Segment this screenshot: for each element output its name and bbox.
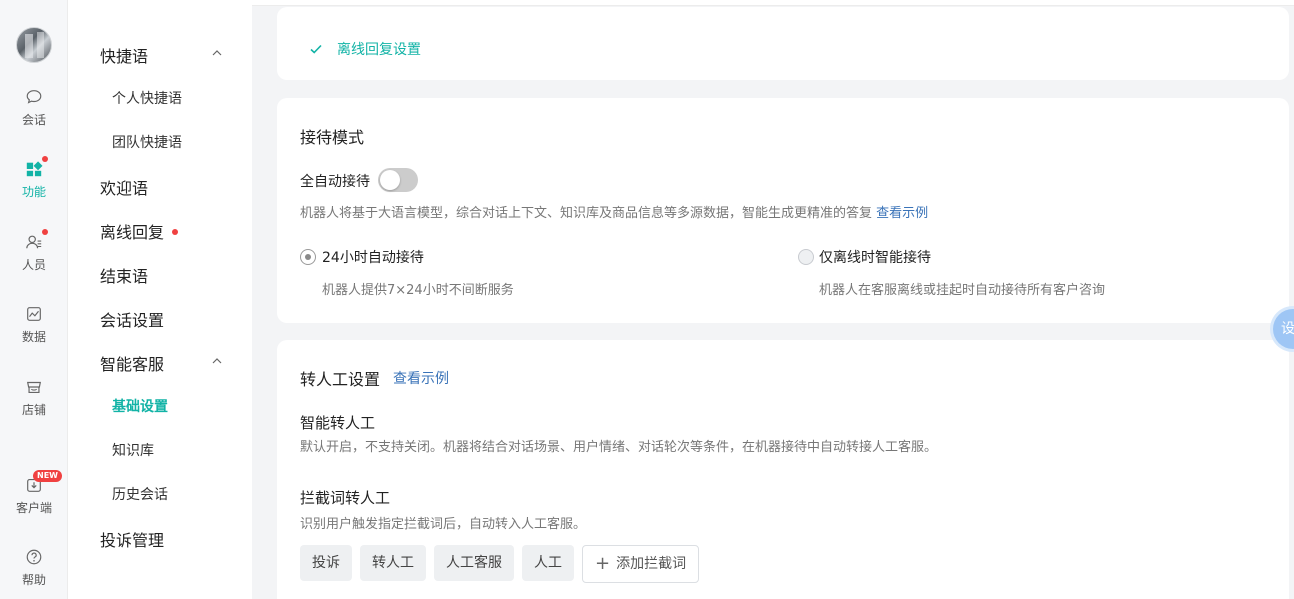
nav-personal-phrases[interactable]: 个人快捷语 (112, 88, 252, 108)
rail-label: 人员 (21, 258, 46, 272)
keyword-tag[interactable]: 人工客服 (434, 545, 514, 581)
nav-history-sessions[interactable]: 历史会话 (112, 484, 252, 504)
nav-team-phrases[interactable]: 团队快捷语 (112, 132, 252, 152)
smart-transfer-desc: 默认开启，不支持关闭。机器将结合对话场景、用户情绪、对话轮次等条件，在机器接待中… (300, 440, 938, 455)
rail-label: 帮助 (21, 573, 46, 587)
users-icon (0, 229, 68, 253)
offline-reply-setting-label: 离线回复设置 (337, 42, 421, 58)
rail-label: 客户端 (15, 501, 52, 515)
nav-label: 智能客服 (100, 355, 165, 374)
rail-label: 功能 (21, 185, 46, 199)
notification-dot (42, 156, 48, 162)
chevron-up-icon[interactable] (212, 356, 222, 366)
auto-reception-label: 全自动接待 (300, 174, 370, 190)
reception-title: 接待模式 (300, 128, 365, 147)
smart-transfer-title: 智能转人工 (300, 414, 376, 432)
rail-item-staff[interactable]: 人员 (0, 229, 68, 273)
radio-24h-label[interactable]: 24小时自动接待 (322, 247, 424, 267)
auto-reception-desc-text: 机器人将基于大语言模型，综合对话上下文、知识库及商品信息等多源数据，智能生成更精… (300, 206, 873, 221)
radio-24h-desc: 机器人提供7×24小时不间断服务 (322, 283, 514, 298)
rail-label: 店铺 (21, 403, 46, 417)
nav-label: 离线回复 (100, 223, 165, 242)
nav-closing[interactable]: 结束语 (100, 263, 240, 287)
rail-item-features[interactable]: 功能 (0, 156, 68, 200)
secondary-nav: 快捷语 个人快捷语 团队快捷语 欢迎语 离线回复 结束语 会话设置 智能客服 基… (68, 0, 252, 599)
radio-offline-only-desc: 机器人在客服离线或挂起时自动接待所有客户咨询 (819, 283, 1106, 298)
rail-item-chat[interactable]: 会话 (0, 88, 68, 128)
reception-mode-card: 接待模式 全自动接待 机器人将基于大语言模型，综合对话上下文、知识库及商品信息等… (277, 98, 1289, 323)
auto-reception-toggle[interactable] (378, 168, 418, 192)
radio-24h[interactable] (300, 249, 316, 265)
new-badge: NEW (33, 470, 62, 482)
example-link[interactable]: 查看示例 (876, 206, 928, 221)
grid-apps-icon (0, 156, 68, 180)
keyword-tag[interactable]: 投诉 (300, 545, 352, 581)
icon-rail: 会话 功能 人员 数据 店铺 客户端 NEW 帮助 (0, 0, 68, 599)
rail-label: 会话 (21, 113, 46, 127)
plus-icon: + (595, 553, 611, 574)
nav-basic-settings[interactable]: 基础设置 (112, 396, 252, 416)
rail-item-store[interactable]: 店铺 (0, 378, 68, 418)
keyword-transfer-title: 拦截词转人工 (300, 489, 391, 507)
help-icon (0, 548, 68, 568)
radio-offline-only-label[interactable]: 仅离线时智能接待 (819, 247, 931, 267)
notification-dot (172, 228, 179, 235)
avatar[interactable] (16, 27, 52, 63)
rail-item-client[interactable]: 客户端 (0, 476, 68, 516)
chat-bubble-icon (0, 88, 68, 108)
transfer-title: 转人工设置 (300, 370, 381, 389)
rail-label: 数据 (21, 330, 46, 344)
keyword-transfer-desc: 识别用户触发指定拦截词后，自动转入人工客服。 (300, 517, 587, 532)
nav-complaints[interactable]: 投诉管理 (100, 527, 240, 551)
notification-dot (42, 229, 48, 235)
check-icon (310, 44, 322, 54)
transfer-settings-card: 转人工设置 查看示例 智能转人工 默认开启，不支持关闭。机器将结合对话场景、用户… (277, 340, 1289, 599)
nav-offline-reply[interactable]: 离线回复 (100, 219, 240, 243)
rail-item-data[interactable]: 数据 (0, 305, 68, 345)
chart-icon (0, 305, 68, 325)
transfer-example-link[interactable]: 查看示例 (393, 368, 449, 388)
nav-session-settings[interactable]: 会话设置 (100, 307, 240, 331)
top-border (252, 0, 1294, 6)
floating-helper-label: 设 (1281, 321, 1294, 337)
rail-item-help[interactable]: 帮助 (0, 548, 68, 588)
radio-offline-only[interactable] (798, 249, 814, 265)
nav-welcome[interactable]: 欢迎语 (100, 175, 240, 199)
add-keyword-label: 添加拦截词 (616, 556, 687, 572)
nav-label: 快捷语 (100, 47, 149, 66)
offline-reply-card: 离线回复设置 (277, 7, 1289, 80)
auto-reception-desc: 机器人将基于大语言模型，综合对话上下文、知识库及商品信息等多源数据，智能生成更精… (300, 202, 928, 221)
keyword-tag[interactable]: 转人工 (360, 545, 426, 581)
offline-reply-setting[interactable]: 离线回复设置 (309, 39, 421, 59)
nav-knowledge-base[interactable]: 知识库 (112, 440, 252, 460)
toggle-knob (380, 170, 400, 190)
store-icon (0, 378, 68, 398)
chevron-up-icon[interactable] (212, 48, 222, 58)
keyword-tag[interactable]: 人工 (522, 545, 574, 581)
add-keyword-button[interactable]: + 添加拦截词 (582, 545, 700, 583)
